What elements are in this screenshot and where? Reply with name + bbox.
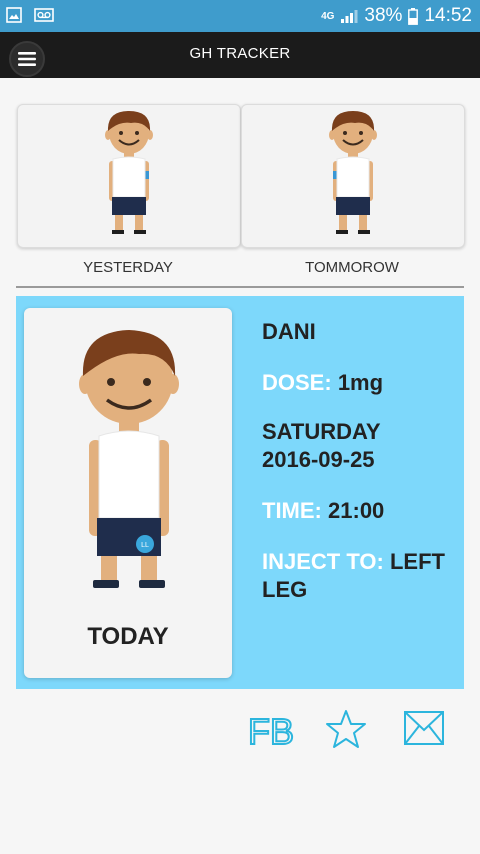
- image-notification-icon: [6, 7, 22, 23]
- voicemail-icon: [34, 8, 54, 22]
- date-value: 2016-09-25: [262, 447, 375, 472]
- status-bar: 4G 38% 14:52: [0, 0, 480, 32]
- mail-icon: [404, 711, 444, 745]
- time-value: 21:00: [328, 498, 385, 523]
- star-icon: [326, 710, 366, 748]
- injection-site-badge: LL: [141, 542, 149, 549]
- inject-label: INJECT TO:: [262, 549, 384, 574]
- favorite-button[interactable]: [324, 706, 368, 752]
- today-card[interactable]: LL TODAY: [24, 308, 232, 678]
- yesterday-label: YESTERDAY: [83, 259, 173, 276]
- tomorrow-label: TOMMOROW: [305, 259, 399, 276]
- weekday: SATURDAY: [262, 419, 381, 444]
- today-panel: LL TODAY DANI DOSE: 1mg SATURDAY 2016-09…: [16, 296, 464, 689]
- facebook-icon: FB: [247, 710, 295, 753]
- clock: 14:52: [424, 5, 472, 26]
- battery-icon: [408, 7, 419, 25]
- boy-avatar-icon: [329, 111, 377, 234]
- today-label: TODAY: [87, 623, 169, 650]
- dose-value: 1mg: [337, 370, 384, 395]
- divider: [16, 286, 464, 288]
- facebook-button[interactable]: FB: [246, 706, 296, 753]
- dose-row: DOSE: 1mg: [262, 369, 462, 397]
- time-label: TIME:: [262, 498, 322, 523]
- network-type: 4G: [321, 10, 335, 22]
- boy-avatar-icon: LL: [79, 330, 179, 588]
- app-bar: GH TRACKER: [0, 32, 480, 78]
- time-row: TIME: 21:00: [262, 497, 462, 525]
- date-row: SATURDAY 2016-09-25: [262, 418, 462, 474]
- tomorrow-card[interactable]: [241, 104, 465, 248]
- signal-icon: [341, 10, 358, 23]
- app-title: GH TRACKER: [189, 45, 291, 62]
- email-button[interactable]: [402, 706, 446, 752]
- dose-label: DOSE:: [262, 370, 332, 395]
- inject-row: INJECT TO: LEFT LEG: [262, 548, 462, 604]
- patient-name: DANI: [262, 319, 316, 344]
- fb-text: FB: [248, 711, 294, 752]
- yesterday-card[interactable]: [17, 104, 241, 248]
- boy-avatar-icon: [105, 111, 153, 234]
- battery-percent: 38%: [364, 5, 403, 26]
